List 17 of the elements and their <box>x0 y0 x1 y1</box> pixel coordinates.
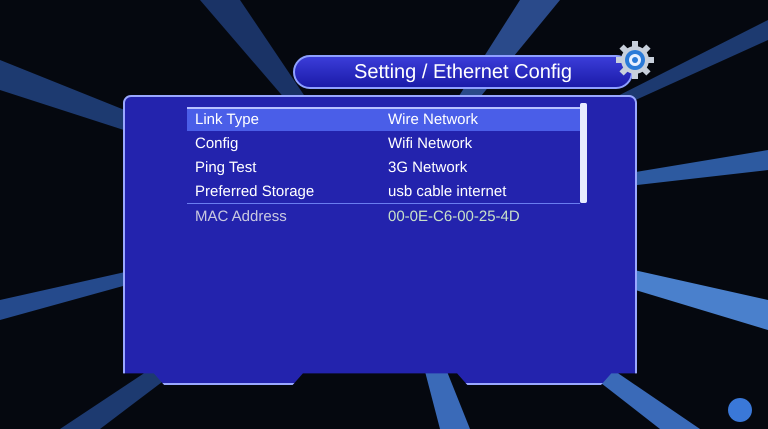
setting-value: Wire Network <box>388 110 478 128</box>
scroll-bar[interactable] <box>580 103 587 203</box>
setting-label: Link Type <box>195 110 260 128</box>
setting-value: 3G Network <box>388 158 468 176</box>
setting-label: MAC Address <box>195 208 288 224</box>
setting-value: usb cable internet <box>388 182 506 200</box>
setting-value: Wifi Network <box>388 134 472 152</box>
screen-title: Setting / Ethernet Config <box>293 55 633 89</box>
setting-label: Config <box>195 134 240 152</box>
menu-row[interactable]: Preferred Storage usb cable internet <box>187 179 580 203</box>
menu-row[interactable]: Link Type Wire Network <box>187 107 580 131</box>
menu-row[interactable]: Config Wifi Network <box>187 131 580 155</box>
setting-label: Preferred Storage <box>195 182 316 200</box>
menu-row[interactable]: Ping Test 3G Network <box>187 155 580 179</box>
setting-label: Ping Test <box>195 158 258 176</box>
setting-value: 00-0E-C6-00-25-4D <box>388 208 520 224</box>
gear-icon <box>615 40 655 80</box>
